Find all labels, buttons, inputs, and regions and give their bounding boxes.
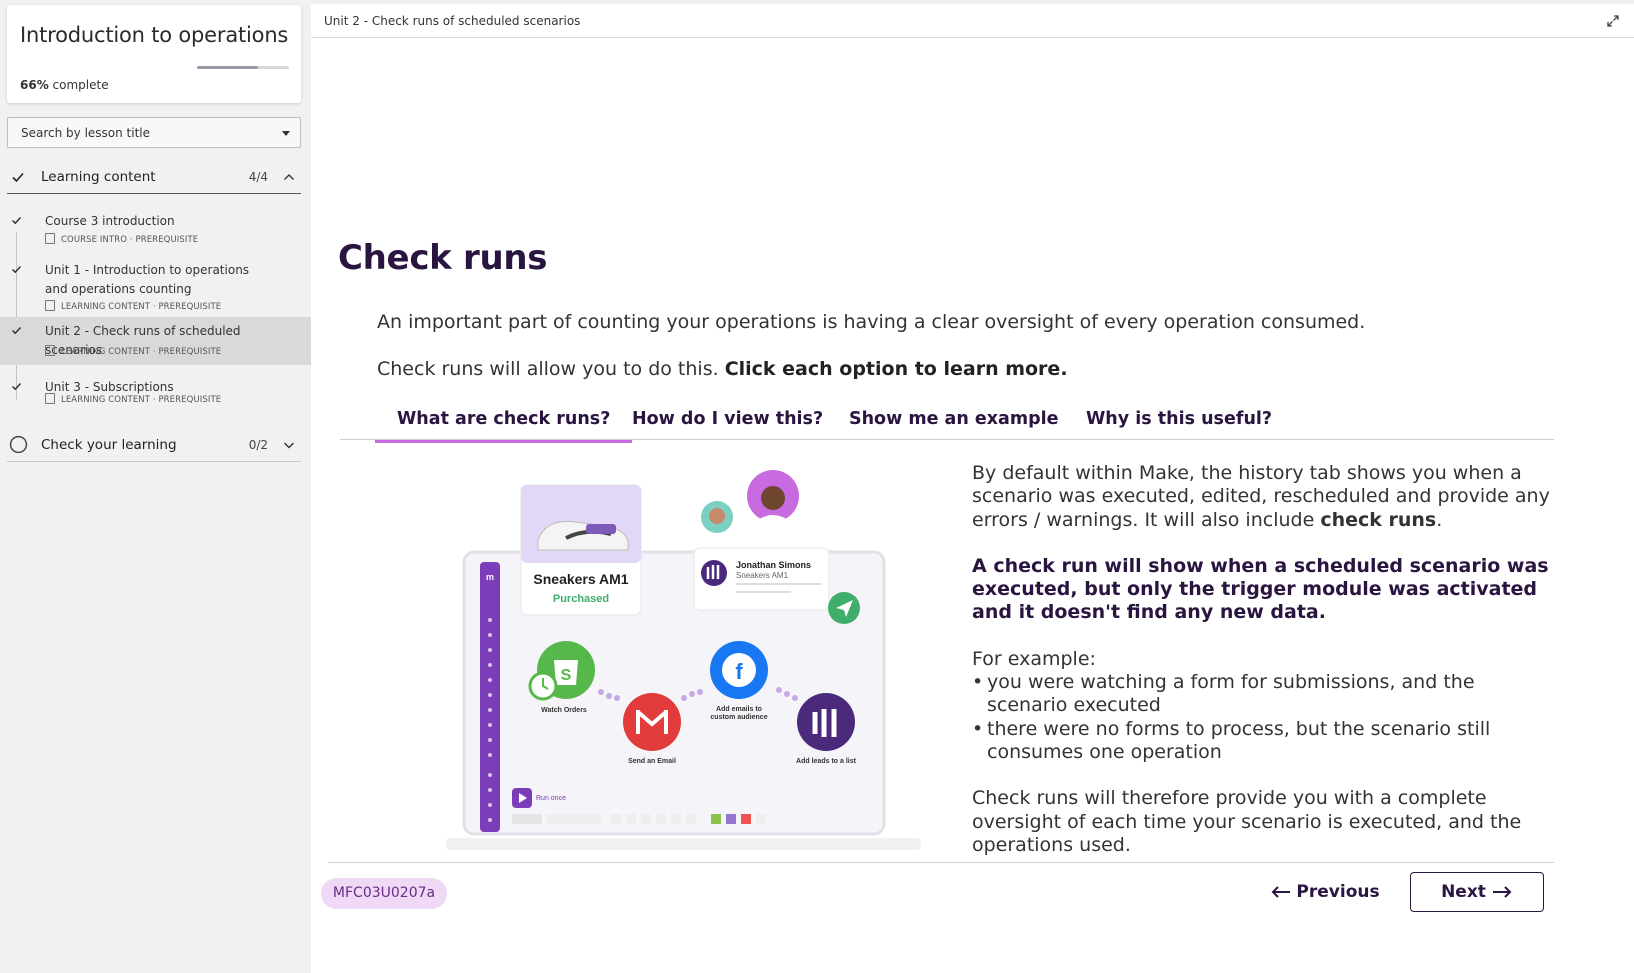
check-icon bbox=[12, 172, 24, 183]
divider bbox=[328, 862, 1554, 863]
lesson-meta-text: LEARNING CONTENT · PREREQUISITE bbox=[61, 395, 222, 405]
module-label-email: Send an Email bbox=[628, 758, 676, 765]
progress-text: 66% complete bbox=[20, 78, 109, 92]
sidebar: Introduction to operations 66% complete … bbox=[0, 0, 311, 973]
circle-icon bbox=[9, 435, 28, 454]
lesson-item-unit-3[interactable]: Unit 3 - Subscriptions LEARNING CONTENT … bbox=[0, 373, 311, 417]
lesson-topbar: Unit 2 - Check runs of scheduled scenari… bbox=[311, 4, 1634, 38]
tab-what-are-check-runs[interactable]: What are check runs? bbox=[374, 409, 633, 443]
contact-line bbox=[736, 583, 821, 585]
make-logo: m bbox=[486, 572, 494, 582]
desc-p1-end: . bbox=[1436, 508, 1443, 531]
previous-button[interactable]: Previous bbox=[1269, 872, 1381, 912]
illustration-base bbox=[446, 838, 921, 850]
lesson-code-badge: MFC03U0207a bbox=[321, 878, 447, 909]
tab-show-me-an-example[interactable]: Show me an example bbox=[849, 409, 1059, 429]
desc-paragraph-1: By default within Make, the history tab … bbox=[972, 462, 1552, 532]
intro-text: An important part of counting your opera… bbox=[377, 311, 1366, 333]
tab-bar: What are check runs? How do I view this?… bbox=[340, 400, 1554, 443]
lesson-item-course-3-intro[interactable]: Course 3 introduction COURSE INTRO · PRE… bbox=[0, 207, 311, 253]
intro-instruction-bold: Click each option to learn more. bbox=[724, 358, 1068, 380]
check-icon bbox=[11, 326, 22, 335]
check-icon bbox=[11, 216, 22, 225]
intro-instruction-plain: Check runs will allow you to do this. bbox=[377, 358, 725, 380]
lesson-item-unit-1[interactable]: Unit 1 - Introduction to operations and … bbox=[0, 256, 311, 314]
lesson-meta-text: LEARNING CONTENT · PREREQUISITE bbox=[61, 347, 222, 357]
search-placeholder: Search by lesson title bbox=[21, 126, 151, 140]
document-icon bbox=[45, 393, 55, 404]
avatar-face bbox=[709, 508, 725, 524]
shopify-letter: S bbox=[561, 667, 572, 684]
lesson-search-select[interactable]: Search by lesson title bbox=[7, 117, 301, 148]
progress-bar bbox=[197, 66, 289, 69]
tab-how-do-i-view-this[interactable]: How do I view this? bbox=[632, 409, 823, 429]
lesson-meta-text: LEARNING CONTENT · PREREQUISITE bbox=[61, 302, 222, 312]
desc-paragraph-4: Check runs will therefore provide you wi… bbox=[972, 787, 1522, 856]
module-label-watch: Watch Orders bbox=[541, 707, 587, 714]
chevron-down-icon[interactable] bbox=[282, 438, 296, 452]
contact-line bbox=[736, 591, 791, 593]
arrow-right-icon bbox=[1492, 886, 1512, 898]
lesson-item-unit-2[interactable]: Unit 2 - Check runs of scheduled scenari… bbox=[0, 317, 311, 365]
page-title: Check runs bbox=[338, 238, 548, 278]
desc-example-intro: For example: bbox=[972, 647, 1096, 670]
avatar-face bbox=[761, 486, 785, 510]
tab-why-is-this-useful[interactable]: Why is this useful? bbox=[1086, 409, 1272, 429]
module-label-fb-1: Add emails to bbox=[716, 706, 762, 713]
document-icon bbox=[45, 233, 55, 244]
section-learning-content[interactable]: Learning content 4/4 bbox=[7, 160, 301, 194]
expand-icon[interactable] bbox=[1606, 14, 1620, 28]
document-icon bbox=[45, 300, 55, 311]
facebook-f: f bbox=[735, 659, 743, 684]
progress-suffix: complete bbox=[48, 78, 109, 92]
lesson-meta: LEARNING CONTENT · PREREQUISITE bbox=[45, 300, 221, 312]
next-label: Next bbox=[1441, 882, 1486, 902]
contact-sub: Sneakers AM1 bbox=[736, 571, 789, 580]
lesson-content-panel: Unit 2 - Check runs of scheduled scenari… bbox=[311, 4, 1634, 973]
desc-bullet: there were no forms to process, but the … bbox=[972, 718, 1552, 765]
check-icon bbox=[11, 265, 22, 274]
section-label: Check your learning bbox=[41, 437, 177, 453]
lesson-meta: LEARNING CONTENT · PREREQUISITE bbox=[45, 345, 221, 357]
section-count: 4/4 bbox=[248, 170, 268, 184]
product-name: Sneakers AM1 bbox=[533, 571, 628, 587]
run-once-label: Run once bbox=[536, 795, 566, 802]
document-icon bbox=[45, 345, 55, 356]
progress-fill bbox=[197, 66, 258, 69]
check-icon bbox=[11, 382, 22, 391]
lesson-title: Course 3 introduction bbox=[45, 214, 175, 228]
caret-down-icon bbox=[282, 131, 290, 136]
contact-name: Jonathan Simons bbox=[736, 560, 811, 570]
chevron-up-icon[interactable] bbox=[282, 170, 296, 184]
scenario-illustration: m Sneakers AM1 Purchased Jonathan Simons… bbox=[446, 470, 921, 850]
module-label-list: Add leads to a list bbox=[796, 758, 857, 765]
next-button[interactable]: Next bbox=[1410, 872, 1544, 912]
previous-label: Previous bbox=[1296, 882, 1380, 902]
intro-instruction: Check runs will allow you to do this. Cl… bbox=[377, 358, 1068, 380]
tab-panel-description: By default within Make, the history tab … bbox=[972, 462, 1552, 880]
breadcrumb: Unit 2 - Check runs of scheduled scenari… bbox=[324, 14, 581, 28]
desc-bullet-list: you were watching a form for submissions… bbox=[972, 671, 1552, 764]
lesson-meta-text: COURSE INTRO · PREREQUISITE bbox=[61, 235, 199, 245]
desc-paragraph-2: A check run will show when a scheduled s… bbox=[972, 554, 1549, 624]
desc-bullet: you were watching a form for submissions… bbox=[972, 671, 1552, 718]
desc-p1-text: By default within Make, the history tab … bbox=[972, 462, 1550, 531]
sneaker-accent bbox=[586, 524, 616, 534]
lesson-title: Unit 1 - Introduction to operations and … bbox=[45, 263, 250, 296]
module-label-fb-2: custom audience bbox=[710, 714, 767, 721]
section-check-your-learning[interactable]: Check your learning 0/2 bbox=[7, 428, 301, 462]
arrow-left-icon bbox=[1271, 886, 1291, 898]
course-title: Introduction to operations bbox=[20, 23, 289, 47]
desc-p1-bold: check runs bbox=[1320, 508, 1437, 531]
lesson-meta: COURSE INTRO · PREREQUISITE bbox=[45, 233, 198, 245]
course-card: Introduction to operations 66% complete bbox=[7, 5, 301, 103]
section-count: 0/2 bbox=[248, 438, 268, 452]
product-status: Purchased bbox=[553, 593, 609, 605]
progress-value: 66% bbox=[20, 78, 49, 92]
lesson-meta: LEARNING CONTENT · PREREQUISITE bbox=[45, 393, 221, 405]
desc-example: For example: you were watching a form fo… bbox=[972, 648, 1552, 764]
section-label: Learning content bbox=[41, 169, 156, 185]
